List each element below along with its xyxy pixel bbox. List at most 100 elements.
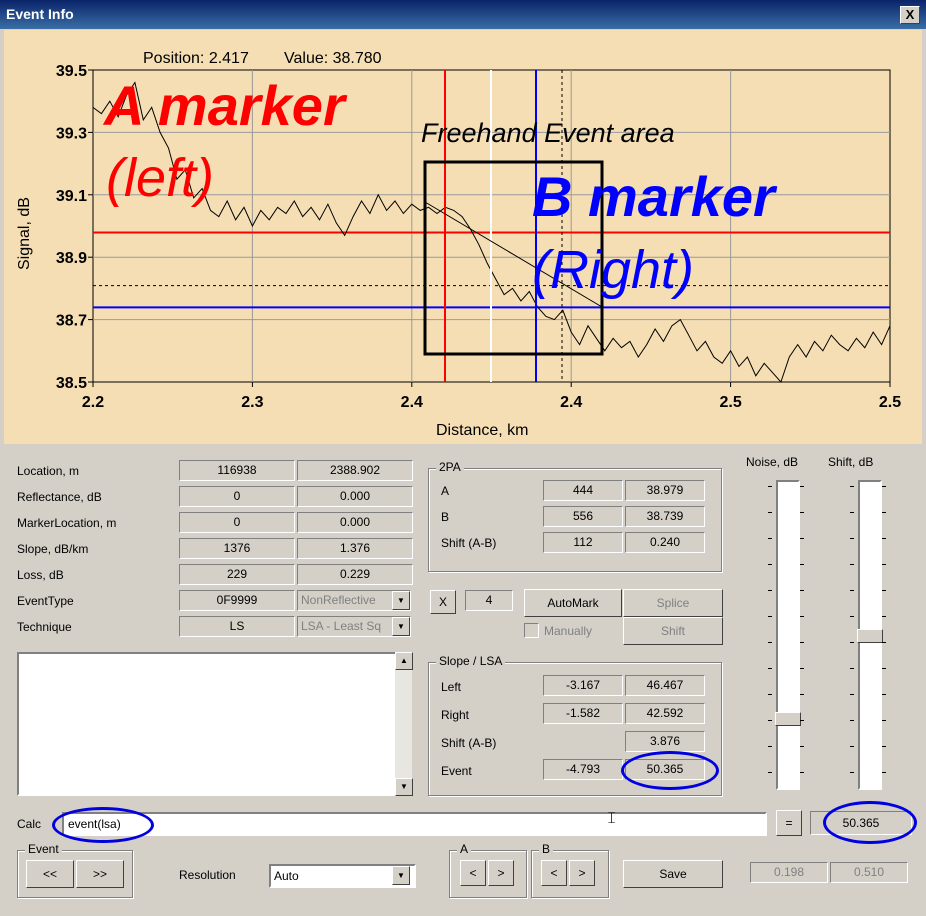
slider-tick (882, 694, 886, 695)
y-axis-label: Signal, dB (16, 197, 33, 270)
slider-tick (800, 746, 804, 747)
slider-tick (800, 668, 804, 669)
slider-tick (768, 512, 772, 513)
save-button[interactable]: Save (623, 860, 723, 888)
slider-tick (768, 668, 772, 669)
slope-label: Shift (A-B) (441, 736, 497, 750)
chart-panel[interactable]: 39.5 39.3 39.1 38.9 38.7 38.5 2.2 2.3 2.4 2.4 2.5… (4, 30, 922, 444)
noise-slider-thumb[interactable] (775, 711, 801, 726)
technique-value: LSA - Least Sq (301, 619, 382, 633)
param-value: 1.376 (297, 538, 413, 559)
next-event-button[interactable]: >> (76, 860, 124, 888)
x-tick-label: 2.5 (879, 394, 901, 411)
shift-slider-thumb[interactable] (857, 629, 883, 643)
param-value: 0.000 (297, 512, 413, 533)
highlight-ellipse (52, 807, 154, 843)
prev-event-button[interactable]: << (26, 860, 74, 888)
slider-tick (800, 720, 804, 721)
slope-value: 42.592 (625, 703, 705, 724)
param-value: 2388.902 (297, 460, 413, 481)
slider-tick (850, 590, 854, 591)
slider-tick (850, 486, 854, 487)
x-tick-label: 2.2 (82, 394, 104, 411)
scroll-up-icon[interactable]: ▲ (395, 652, 413, 670)
b-marker-annotation: B marker (532, 165, 778, 228)
slider-tick (882, 564, 886, 565)
notes-textarea[interactable] (17, 652, 399, 796)
y-tick-label: 39.3 (56, 125, 87, 142)
close-button[interactable]: X (900, 6, 920, 24)
text-cursor-icon: 𝙸 (606, 810, 618, 827)
x-tick-label: 2.4 (401, 394, 423, 411)
title-bar: Event Info X (0, 0, 926, 29)
slider-tick (768, 538, 772, 539)
slider-tick (768, 746, 772, 747)
slope-value: -1.582 (543, 703, 623, 724)
shift-slider[interactable] (857, 480, 883, 790)
slider-tick (882, 642, 886, 643)
position-readout: Position: 2.417 (143, 50, 249, 67)
a-nav-title: A (457, 842, 472, 856)
param-value: 0F9999 (179, 590, 295, 611)
chevron-down-icon[interactable]: ▼ (392, 591, 410, 610)
slider-tick (882, 486, 886, 487)
b-right-button[interactable]: > (569, 860, 595, 886)
trace-chart[interactable]: 39.5 39.3 39.1 38.9 38.7 38.5 2.2 2.3 2.4 2.4 2.5… (4, 30, 922, 444)
x-tick-label: 2.5 (719, 394, 741, 411)
slider-tick (850, 616, 854, 617)
a-right-button[interactable]: > (488, 860, 514, 886)
shift-button[interactable]: Shift (623, 617, 723, 645)
x-button[interactable]: X (430, 590, 456, 614)
chevron-down-icon[interactable]: ▼ (392, 617, 410, 636)
param-value: 0.000 (297, 486, 413, 507)
slider-tick (768, 564, 772, 565)
twopa-label: A (441, 484, 450, 498)
highlight-ellipse (621, 751, 719, 790)
manually-checkbox[interactable] (524, 623, 539, 638)
slider-tick (768, 720, 772, 721)
slider-tick (850, 564, 854, 565)
value-readout: Value: 38.780 (284, 50, 382, 67)
slope-label: Right (441, 708, 470, 722)
slider-tick (850, 694, 854, 695)
slider-tick (850, 772, 854, 773)
slider-tick (800, 642, 804, 643)
splice-button[interactable]: Splice (623, 589, 723, 617)
noise-slider[interactable] (775, 480, 801, 790)
twopa-value: 38.979 (625, 480, 705, 501)
slope-value: 46.467 (625, 675, 705, 696)
calc-label: Calc (17, 817, 42, 831)
slope-value: -4.793 (543, 759, 623, 780)
slider-tick (882, 772, 886, 773)
b-nav-title: B (539, 842, 554, 856)
y-tick-label: 38.5 (56, 375, 87, 392)
slider-tick (850, 538, 854, 539)
param-value: 0 (179, 486, 295, 507)
param-label: MarkerLocation, m (17, 516, 117, 530)
slider-tick (882, 590, 886, 591)
b-left-button[interactable]: < (541, 860, 567, 886)
calc-input[interactable]: event(lsa) (62, 812, 767, 836)
twopa-value: 0.240 (625, 532, 705, 553)
slider-tick (882, 512, 886, 513)
notes-scrollbar[interactable]: ▲ ▼ (395, 652, 413, 796)
output-field-2: 0.510 (830, 862, 908, 883)
param-label: Reflectance, dB (17, 490, 102, 504)
param-label: Technique (17, 620, 72, 634)
twopa-label: B (441, 510, 450, 524)
x-tick-label: 2.4 (560, 394, 582, 411)
chevron-down-icon[interactable]: ▼ (392, 866, 410, 885)
y-tick-label: 39.5 (56, 63, 87, 80)
x-value-field[interactable]: 4 (465, 590, 513, 611)
param-label: EventType (17, 594, 74, 608)
a-left-button[interactable]: < (460, 860, 486, 886)
scroll-down-icon[interactable]: ▼ (395, 778, 413, 796)
slider-tick (800, 486, 804, 487)
b-marker-sub-annotation: (Right) (532, 240, 694, 300)
automark-button[interactable]: AutoMark (524, 589, 622, 617)
resolution-label: Resolution (179, 868, 236, 882)
window-title: Event Info (6, 6, 74, 22)
slider-tick (768, 616, 772, 617)
slider-tick (882, 616, 886, 617)
equals-button[interactable]: = (776, 810, 802, 836)
